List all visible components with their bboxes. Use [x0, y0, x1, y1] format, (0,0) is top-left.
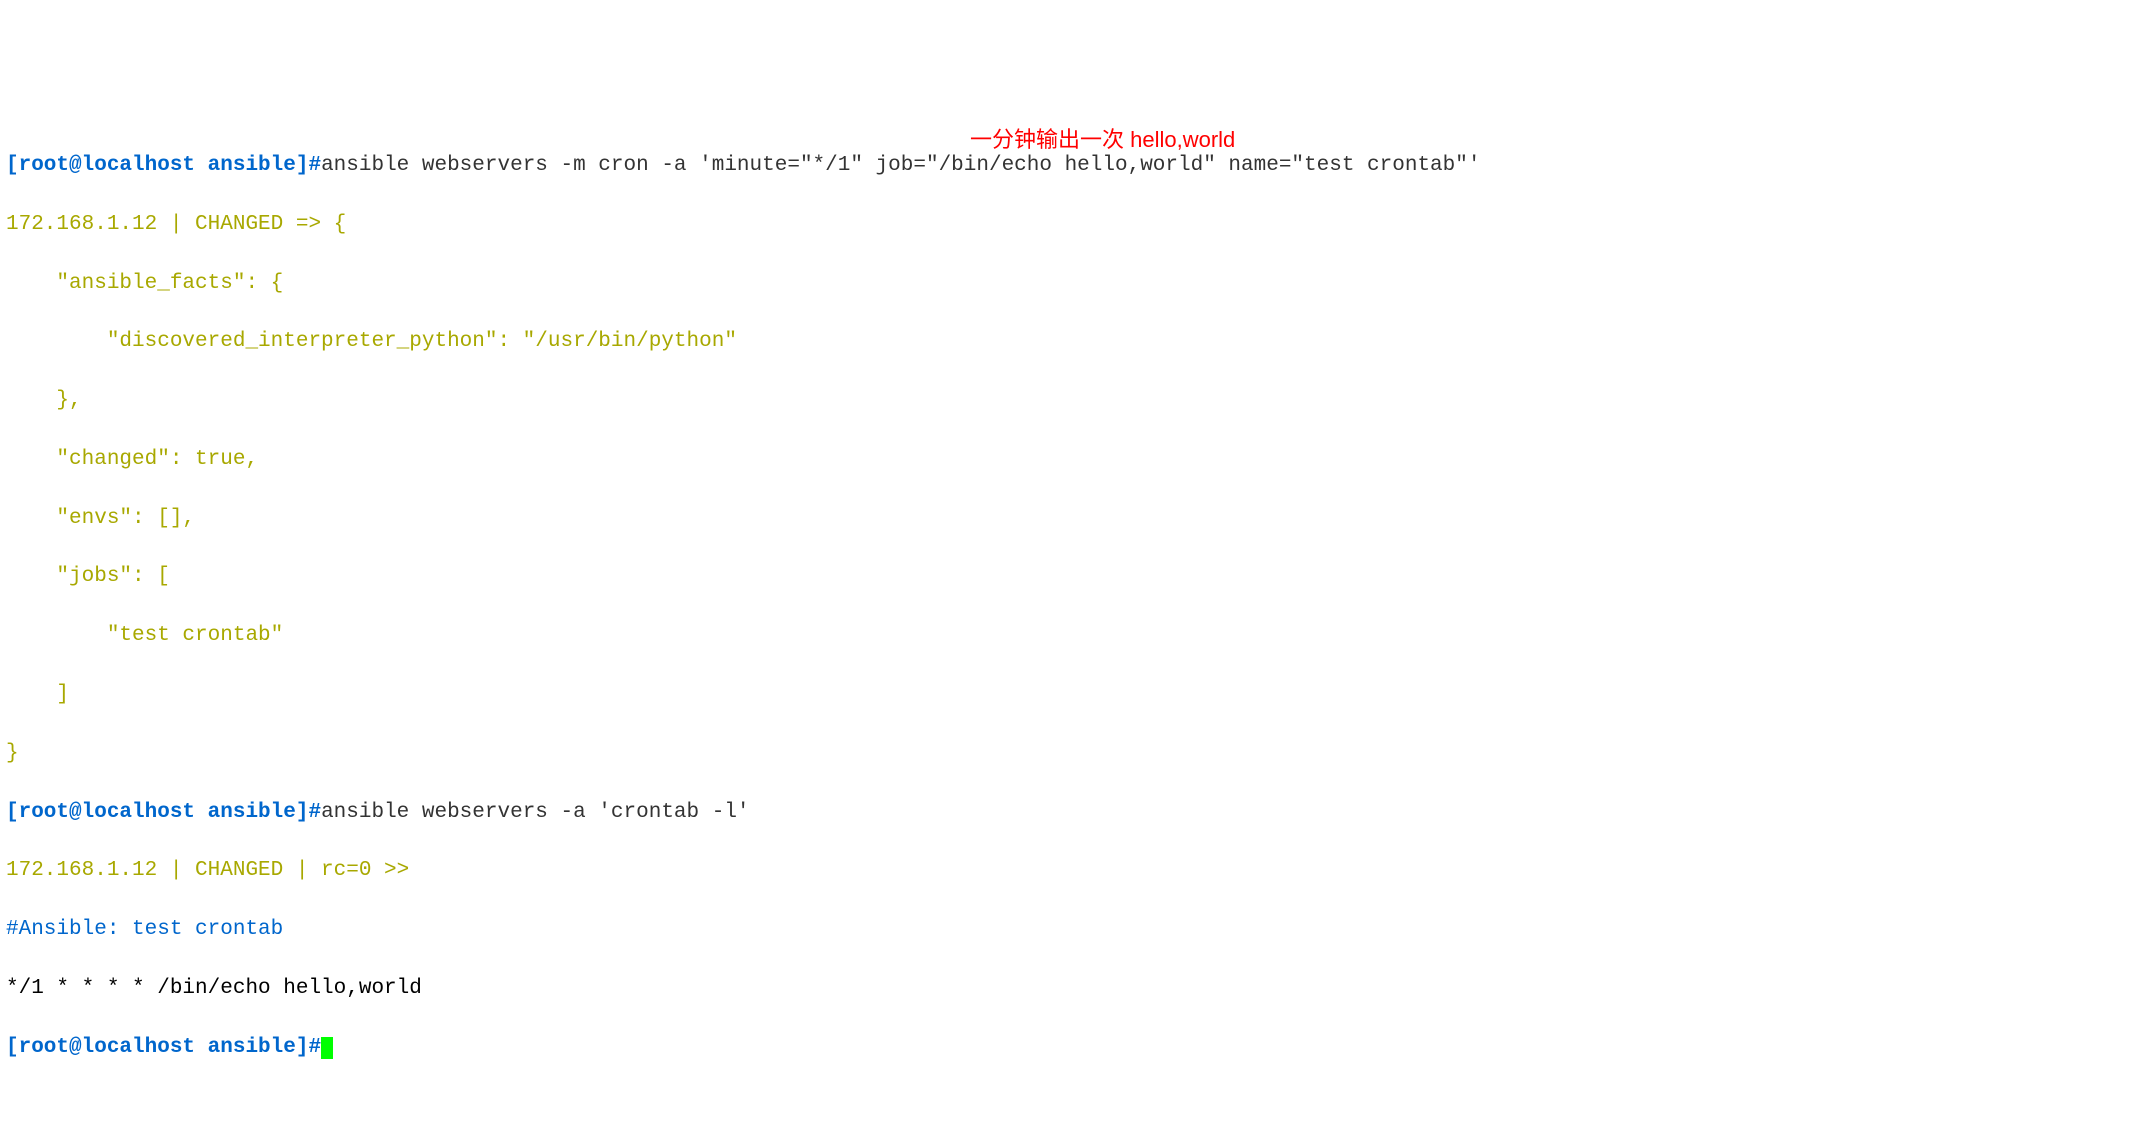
terminal-output: [root@localhost ansible]#ansible webserv…	[6, 122, 2145, 1092]
output-line: },	[6, 386, 2145, 415]
prompt-hash: #	[308, 1036, 321, 1059]
command-text: ansible webservers -a 'crontab -l'	[321, 801, 749, 824]
command-line-2: [root@localhost ansible]#ansible webserv…	[6, 798, 2145, 827]
shell-prompt: [root@localhost ansible]	[6, 1036, 308, 1059]
crontab-entry: */1 * * * * /bin/echo hello,world	[6, 974, 2145, 1003]
output-line: "discovered_interpreter_python": "/usr/b…	[6, 327, 2145, 356]
output-line: "ansible_facts": {	[6, 269, 2145, 298]
annotation-text: 一分钟输出一次 hello,world	[970, 125, 1235, 156]
command-text: ansible webservers -m cron -a 'minute="*…	[321, 154, 1480, 177]
shell-prompt: [root@localhost ansible]	[6, 801, 308, 824]
output-line: }	[6, 739, 2145, 768]
output-line: "envs": [],	[6, 504, 2145, 533]
output-line: "jobs": [	[6, 562, 2145, 591]
shell-prompt: [root@localhost ansible]	[6, 154, 308, 177]
prompt-hash: #	[308, 154, 321, 177]
command-line-3: [root@localhost ansible]#	[6, 1033, 2145, 1062]
output-line: ]	[6, 680, 2145, 709]
output-header: 172.168.1.12 | CHANGED => {	[6, 210, 2145, 239]
crontab-comment: #Ansible: test crontab	[6, 915, 2145, 944]
cursor-block[interactable]	[321, 1037, 333, 1059]
output-line: "changed": true,	[6, 445, 2145, 474]
output-header: 172.168.1.12 | CHANGED | rc=0 >>	[6, 856, 2145, 885]
output-line: "test crontab"	[6, 621, 2145, 650]
prompt-hash: #	[308, 801, 321, 824]
